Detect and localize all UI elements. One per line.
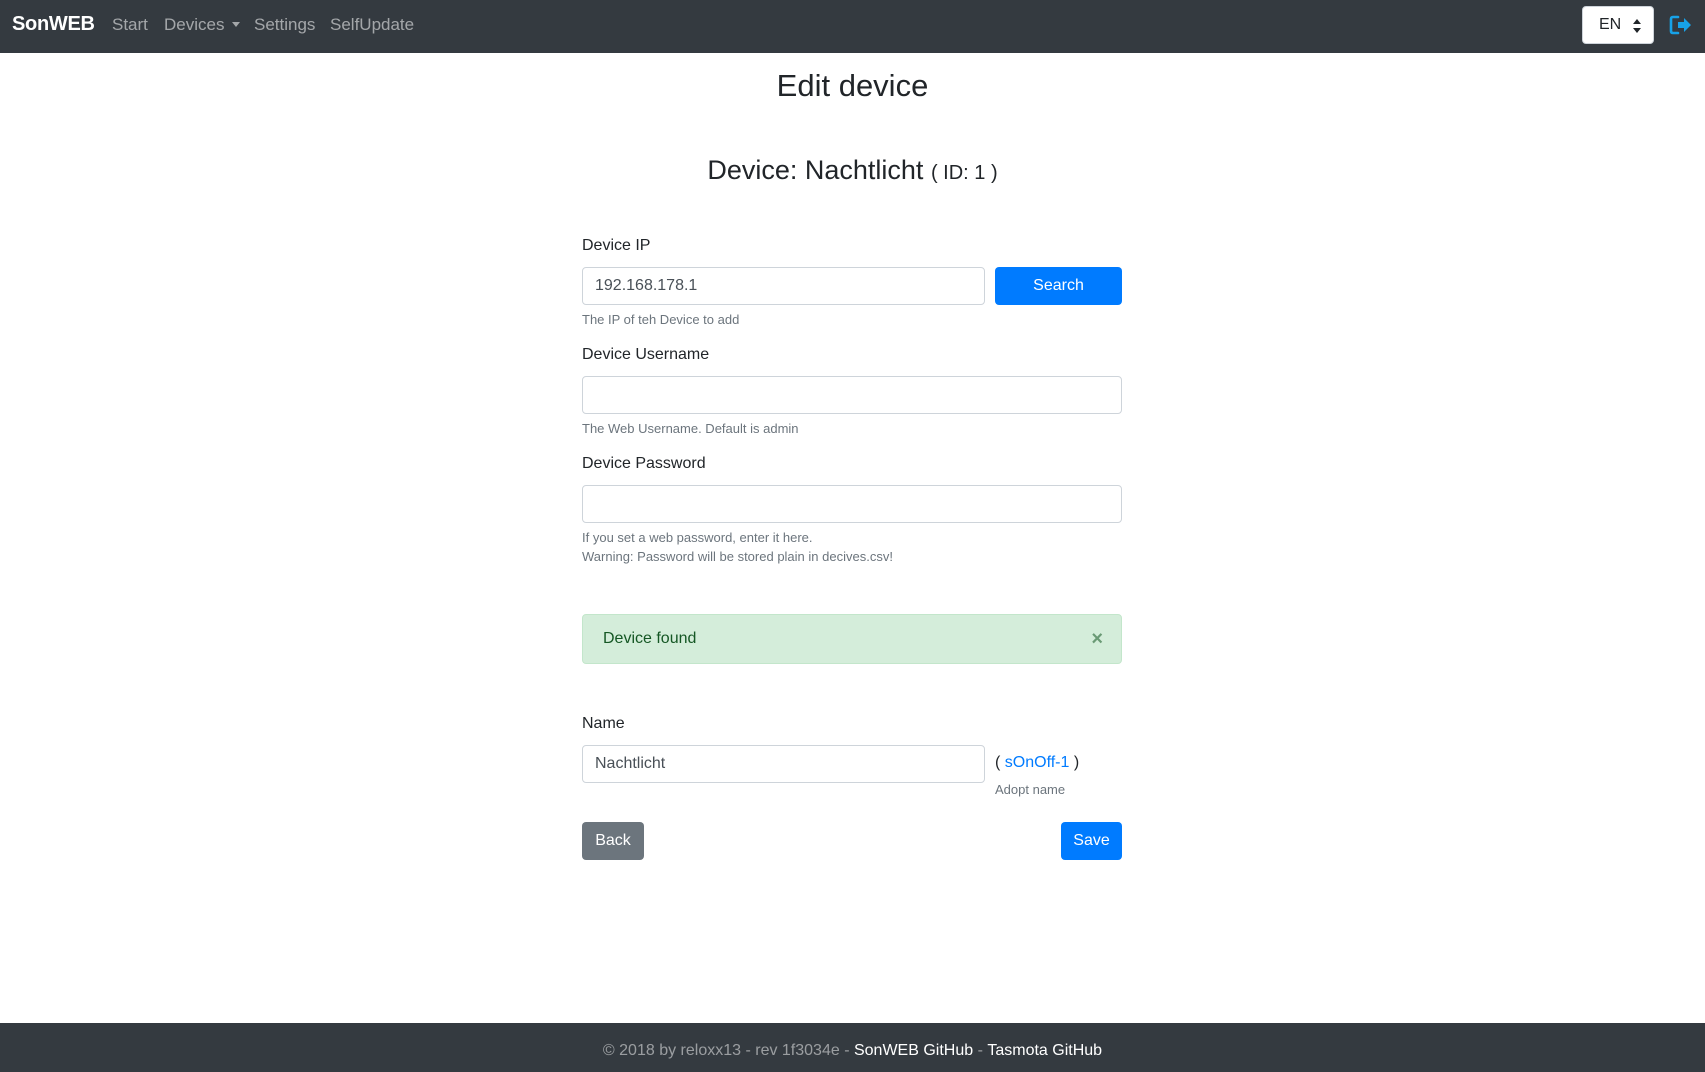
- logout-icon[interactable]: [1669, 13, 1693, 37]
- device-ip-label: Device IP: [582, 237, 651, 254]
- device-username-help: The Web Username. Default is admin: [582, 421, 799, 436]
- alert-text: Device found: [603, 630, 697, 647]
- caret-down-icon: [232, 22, 241, 27]
- save-button[interactable]: Save: [1061, 822, 1122, 860]
- adopt-close-paren: ): [1073, 754, 1080, 771]
- tasmota-github-link[interactable]: Tasmota GitHub: [987, 1042, 1102, 1059]
- device-username-input[interactable]: [582, 376, 1122, 414]
- page-title: Edit device: [776, 68, 929, 103]
- device-heading: Device: Nachtlicht ( ID: 1 ): [0, 155, 1705, 186]
- device-name-heading: Device: Nachtlicht: [707, 155, 924, 185]
- name-label: Name: [582, 715, 625, 732]
- footer-text: © 2018 by reloxx13 - rev 1f3034e -: [602, 1042, 854, 1059]
- search-button[interactable]: Search: [995, 267, 1122, 305]
- nav-devices-label: Devices: [164, 15, 225, 34]
- footer-separator: -: [973, 1042, 988, 1059]
- select-arrows-icon: [1633, 19, 1641, 33]
- adopt-open-paren: (: [995, 754, 1001, 771]
- back-button[interactable]: Back: [582, 822, 644, 860]
- adopt-name-link[interactable]: sOnOff-1: [1005, 754, 1070, 771]
- device-username-label: Device Username: [582, 346, 710, 363]
- device-id: ( ID: 1 ): [930, 162, 998, 184]
- language-value: EN: [1599, 16, 1622, 33]
- brand-logo[interactable]: SonWEB: [12, 13, 95, 36]
- adopt-name-wrap: ( sOnOff-1 ): [995, 754, 1079, 772]
- device-ip-input[interactable]: [582, 267, 985, 305]
- device-password-help-1: If you set a web password, enter it here…: [582, 530, 813, 545]
- nav-devices[interactable]: Devices: [164, 15, 241, 35]
- close-icon[interactable]: ×: [1091, 629, 1103, 649]
- device-password-label: Device Password: [582, 455, 706, 472]
- device-password-help-2: Warning: Password will be stored plain i…: [582, 549, 893, 564]
- top-navbar: SonWEB Start Devices Settings SelfUpdate…: [0, 0, 1705, 53]
- device-ip-help: The IP of teh Device to add: [582, 312, 740, 327]
- nav-settings[interactable]: Settings: [254, 15, 315, 35]
- language-select[interactable]: EN: [1582, 6, 1654, 44]
- device-found-alert: Device found ×: [582, 614, 1122, 664]
- nav-selfupdate[interactable]: SelfUpdate: [330, 15, 414, 35]
- adopt-name-help: Adopt name: [995, 782, 1066, 797]
- name-input[interactable]: [582, 745, 985, 783]
- footer: © 2018 by reloxx13 - rev 1f3034e - SonWE…: [0, 1023, 1705, 1072]
- nav-start[interactable]: Start: [112, 15, 148, 35]
- sonweb-github-link[interactable]: SonWEB GitHub: [854, 1042, 973, 1059]
- device-password-input[interactable]: [582, 485, 1122, 523]
